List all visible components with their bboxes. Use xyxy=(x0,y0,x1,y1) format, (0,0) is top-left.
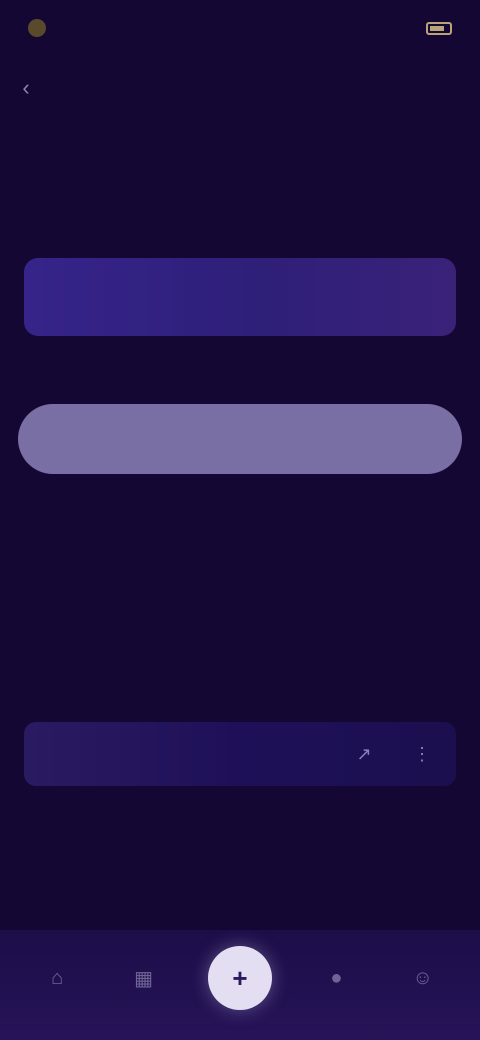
option-row[interactable]: ↗ ⋮ xyxy=(24,722,456,786)
more-icon[interactable]: ⋮ xyxy=(406,738,438,770)
back-chevron-icon[interactable]: ‹ xyxy=(12,74,40,102)
primary-button[interactable] xyxy=(18,404,462,474)
battery-icon xyxy=(426,21,452,35)
status-left xyxy=(28,19,56,37)
nav-add-button[interactable]: + xyxy=(207,946,272,1010)
notification-dot-icon xyxy=(28,19,46,37)
top-bar: ‹ xyxy=(0,64,480,112)
nav-grid-icon[interactable]: ▦ xyxy=(122,956,166,1000)
nav-home-icon[interactable]: ⌂ xyxy=(35,956,79,1000)
bottom-nav: ⌂ ▦ + ● ☺ xyxy=(0,930,480,1040)
status-bar xyxy=(0,0,480,56)
share-icon[interactable]: ↗ xyxy=(348,738,380,770)
info-banner[interactable] xyxy=(24,258,456,336)
nav-chat-icon[interactable]: ● xyxy=(314,956,358,1000)
nav-profile-icon[interactable]: ☺ xyxy=(401,956,445,1000)
status-right xyxy=(426,21,452,35)
